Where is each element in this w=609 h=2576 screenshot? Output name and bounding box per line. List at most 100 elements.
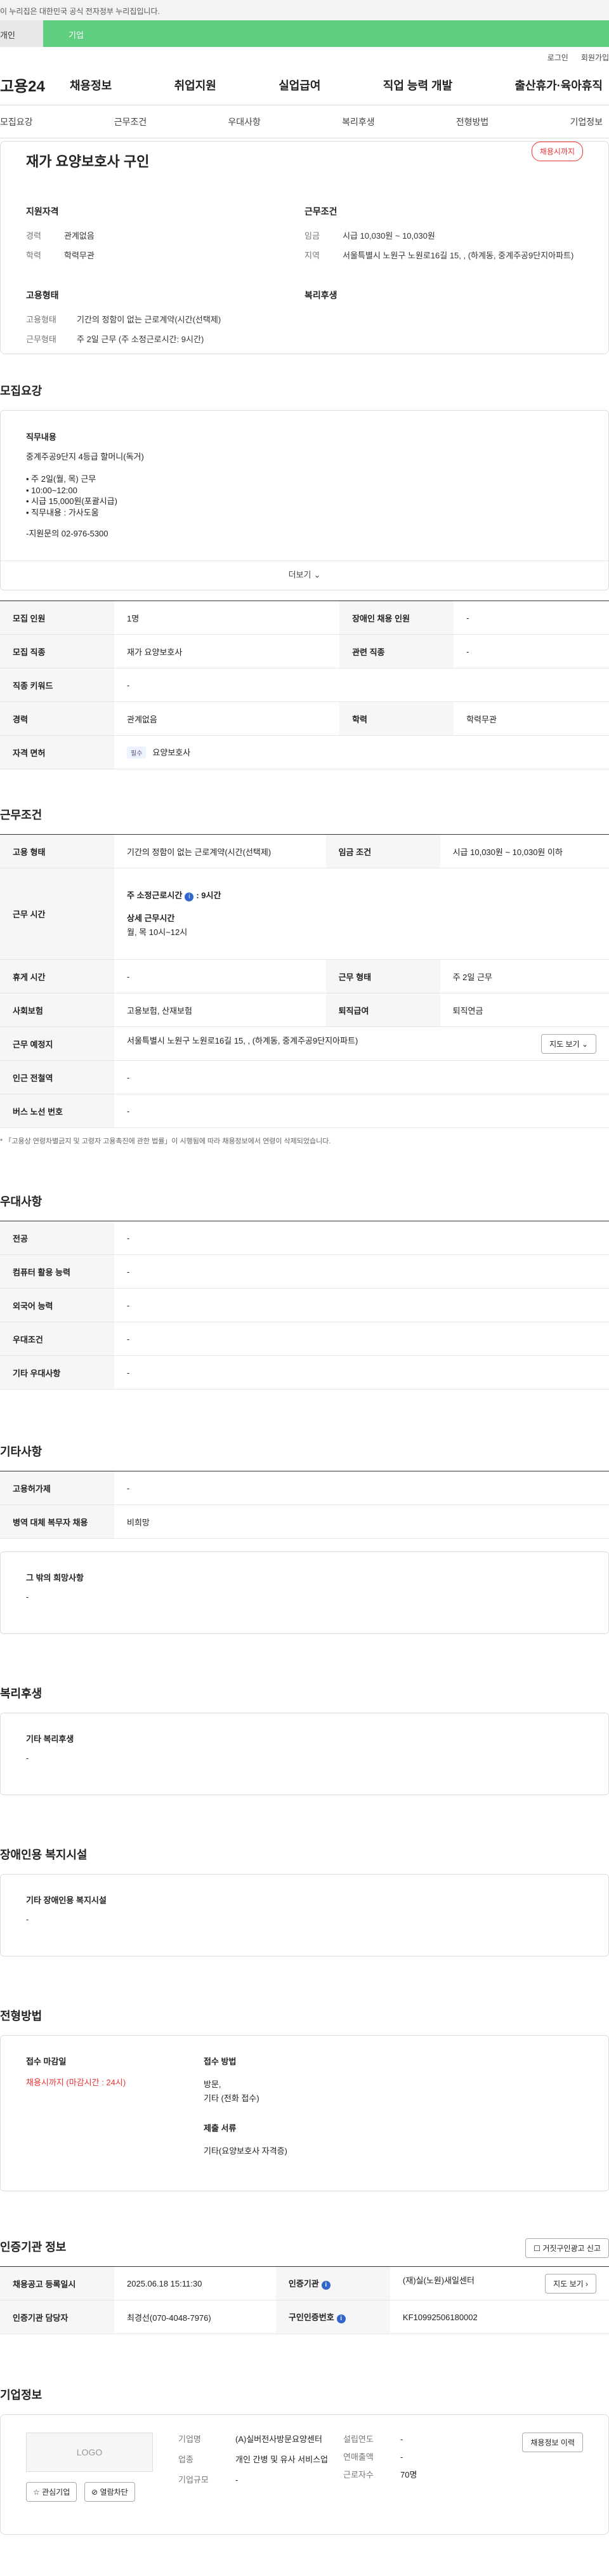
table-cell: KF10992506180002 [390,2300,609,2335]
favorite-button[interactable]: ☆ 관심기업 [26,2482,77,2502]
info-icon[interactable]: i [185,892,194,901]
table-row: 사회보험 고용보험, 산재보험 퇴직급여 퇴직연금 [0,993,609,1028]
table-cell: - [114,668,609,703]
block-button[interactable]: ⊘ 열람차단 [84,2482,135,2502]
table-header-cell: 인증기관 담당자 [0,2300,114,2335]
gnb-jobs[interactable]: 채용정보 [70,77,112,93]
block-icon: ⊘ [91,2488,100,2497]
table-row: 휴게 시간 - 근무 형태 주 2일 근무 [0,959,609,994]
table-row: 인증기관 담당자 최경선(070-4048-7976) 구인인증번호 i KF10992… [0,2300,609,2335]
required-tag: 필수 [127,747,147,759]
subnav-welfare[interactable]: 복리후생 [342,116,375,128]
table-row: 외국어 능력 - [0,1288,609,1323]
report-icon: ☐ [534,2244,543,2254]
table-header-cell: 관련 직종 [339,634,454,669]
welfare-block: 복리후생 [304,289,583,352]
company-history-button[interactable]: 채용정보 이력 [522,2433,583,2453]
subnav-recruit[interactable]: 모집요강 [0,116,33,128]
table-cell: 고용보험, 산재보험 [114,993,326,1028]
site-logo[interactable]: 고용24 [0,74,70,96]
kv-value: 기간의 정함이 없는 근로계약(시간(선택제) [77,315,221,324]
gnb-support[interactable]: 취업지원 [174,77,216,93]
agency-view-button[interactable]: 지도 보기 › [545,2273,596,2294]
company-info-1: 기업명 (A)실버전사방문요양센터 업종 개인 간병 및 유사 서비스업 기업규모 - [178,2434,329,2485]
detail-line: • 10:00~12:00 [26,485,77,495]
table-cell: - [114,1254,609,1289]
section-title-welfare: 복리후생 [0,1687,43,1701]
detail-title: 직무내용 [26,432,56,442]
welfare-label: 기타 복리후생 [26,1734,74,1744]
table-header-cell: 퇴직급여 [325,993,440,1028]
cond-block: 근무조건 임금 시급 10,030원 ~ 10,030원 지역 서울특별시 노원구 … [304,205,583,269]
tab-personal[interactable]: 개인 [0,20,43,47]
docs-value: 기타(요양보호사 자격증) [204,2146,287,2156]
table-row: 모집 직종 재가 요양보호사 관련 직종 - [0,634,609,669]
gnb-training[interactable]: 직업 능력 개발 [383,77,452,93]
status-badge: 채용시까지 [531,142,583,161]
info-icon[interactable]: i [321,2281,331,2290]
work-table: 고용 형태 기간의 정함이 없는 근로계약(시간(선택제) 임금 조건 시급 10,0… [0,834,609,1129]
hours-main-value: : 9시간 [196,890,221,900]
hours-detail-value: 월, 목 10시~12시 [127,927,188,937]
table-cell: 주 2일 근무 [440,959,609,994]
table-header-cell: 근무 예정지 [0,1026,114,1061]
gnb-benefit[interactable]: 실업급여 [278,77,320,93]
table-header-cell: 경력 [0,701,114,736]
subnav-company[interactable]: 기업정보 [570,116,603,128]
tab-company[interactable]: 기업 [43,20,609,47]
table-row: 고용 형태 기간의 정함이 없는 근로계약(시간(선택제) 임금 조건 시급 10,0… [0,834,609,869]
kv-value: 서울특별시 노원구 노원로16길 15, , (하계동, 중계주공9단지아파트) [343,251,574,260]
section-title-work: 근무조건 [0,809,43,822]
subnav-pref[interactable]: 우대사항 [228,116,261,128]
welfare-title: 복리후생 [304,290,337,300]
selection-box: 접수 마감일 채용시까지 (마감시간 : 24시) 접수 방법 방문, 기타 (… [0,2035,609,2192]
table-header-cell: 인근 전철역 [0,1060,114,1095]
table-header-cell: 장애인 채용 인원 [339,601,454,635]
table-cell: 관계없음 [114,701,340,736]
top-tabs: 개인 기업 [0,20,609,47]
kv-key: 고용형태 [26,315,56,324]
deadline-label: 접수 마감일 [26,2057,67,2067]
table-cell: 필수 요양보호사 [114,735,609,770]
signup-link[interactable]: 회원가입 [581,52,609,65]
table-header-cell: 고용 형태 [0,834,114,869]
etc-table: 고용허가제 - 병역 대체 복무자 채용 비희망 [0,1471,609,1539]
subnav-work[interactable]: 근무조건 [114,116,147,128]
agency-table: 채용공고 등록일시 2025.06.18 15:11:30 인증기관 i (재)실(노원… [0,2266,609,2335]
table-cell: - [114,1288,609,1323]
table-cell: 2025.06.18 15:11:30 [114,2266,276,2301]
table-row: 자격 면허 필수 요양보호사 [0,735,609,770]
work-place: 서울특별시 노원구 노원로16길 15, , (하계동, 중계주공9단지아파트) [127,1035,358,1046]
kv-key: 경력 [26,231,41,241]
kv-value: 학력무관 [64,251,95,260]
license-value: 요양보호사 [152,748,191,758]
section-nav: 모집요강 근무조건 우대사항 복리후생 전형방법 기업정보 [0,105,609,138]
deadline-value: 채용시까지 (마감시간 : 24시) [26,2078,126,2088]
kv-key: 학력 [26,251,41,260]
table-cell: - [114,1322,609,1357]
table-row: 병역 대체 복무자 채용 비희망 [0,1504,609,1539]
welfare-box: 기타 복리후생 - [0,1713,609,1796]
section-title-company: 기업정보 [0,2389,43,2402]
gnb-leave[interactable]: 출산휴가·육아휴직 [515,77,603,93]
kv-value: 시급 10,030원 ~ 10,030원 [343,231,435,241]
info-icon[interactable]: i [336,2314,346,2324]
table-cell: - [114,1471,609,1506]
more-button[interactable]: 더보기 ⌄ [1,561,608,590]
table-header-cell: 모집 직종 [0,634,114,669]
recruit-table: 모집 인원 1명 장애인 채용 인원 - 모집 직종 재가 요양보호사 관련 직종 - 직종… [0,601,609,770]
login-link[interactable]: 로그인 [547,52,568,65]
kv-value: 관계없음 [64,231,95,241]
table-cell: 비희망 [114,1504,609,1539]
table-cell: - [454,634,609,669]
company-card: LOGO ☆ 관심기업 ⊘ 열람차단 기업명 (A)실버전사방문요양센터 업종 개인… [0,2414,609,2535]
table-row: 직종 키워드 - [0,668,609,703]
report-button[interactable]: ☐ 거짓구인광고 신고 [525,2238,609,2259]
map-button[interactable]: 지도 보기 ⌄ [541,1033,596,1054]
subnav-selection[interactable]: 전형방법 [456,116,489,128]
global-nav: 고용24 채용정보 취업지원 실업급여 직업 능력 개발 출산휴가·육아휴직 [0,65,609,105]
detail-line: • 주 2일(월, 목) 근무 [26,474,96,484]
other-wish-box: 그 밖의 희망사항 - [0,1551,609,1635]
table-header-cell: 학력 [339,701,454,736]
kv-key: 지역 [304,251,320,260]
